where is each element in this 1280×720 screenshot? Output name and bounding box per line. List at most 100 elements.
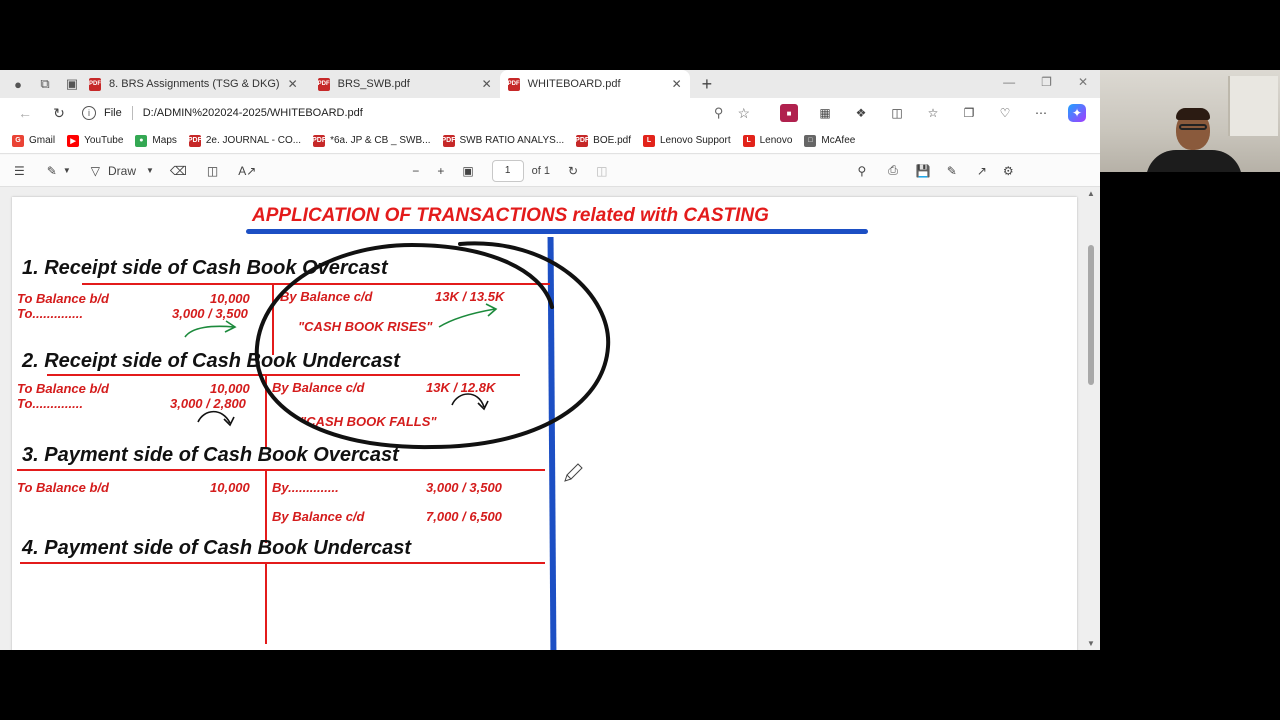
settings-gear-icon[interactable]: ⚙	[1003, 164, 1014, 178]
bookmark-item[interactable]: ● Maps	[135, 134, 177, 147]
pdf-icon: PDF	[507, 77, 520, 91]
section-3-heading: 3. Payment side of Cash Book Overcast	[22, 444, 399, 466]
copilot-icon[interactable]: ✦	[1068, 104, 1086, 122]
lenovo-icon: L	[642, 134, 655, 147]
scroll-up-icon[interactable]: ▲	[1087, 189, 1095, 198]
zoom-icon[interactable]: ⚲	[714, 105, 724, 121]
bookmark-item[interactable]: L Lenovo	[742, 134, 792, 147]
save-as-icon[interactable]: ✎	[947, 164, 957, 178]
entry-amount: 13K / 13.5K	[435, 289, 505, 304]
entry-amount: 3,000 / 3,500	[172, 306, 248, 321]
search-icon[interactable]: ⚲	[857, 164, 866, 178]
refresh-icon[interactable]: ↻	[50, 105, 68, 122]
info-icon[interactable]: i	[82, 106, 96, 120]
lenovo-icon: L	[742, 134, 755, 147]
bookmark-item[interactable]: ▶ YouTube	[67, 134, 124, 147]
extension-icon[interactable]: ■	[780, 104, 798, 122]
title-underline	[246, 229, 868, 234]
pdf-page[interactable]: APPLICATION OF TRANSACTIONS related with…	[12, 197, 1077, 650]
highlight-icon[interactable]: ✎	[47, 164, 57, 178]
read-aloud-icon[interactable]: A↗	[238, 164, 256, 178]
close-icon[interactable]: ✕	[672, 77, 682, 91]
browser-essentials-icon[interactable]: ♡	[996, 104, 1014, 122]
bookmark-item[interactable]: PDF 2e. JOURNAL - CO...	[188, 134, 301, 147]
blue-divider-line	[547, 236, 557, 650]
bookmark-item[interactable]: G Gmail	[12, 134, 55, 147]
bookmark-label: YouTube	[84, 135, 124, 146]
extensions-puzzle-icon[interactable]: ❖	[852, 104, 870, 122]
back-icon[interactable]: ←	[16, 105, 34, 121]
favorites-icon[interactable]: ☆	[924, 104, 942, 122]
document-viewer[interactable]: APPLICATION OF TRANSACTIONS related with…	[0, 187, 1100, 650]
tab-label: WHITEBOARD.pdf	[527, 78, 621, 90]
section-4-rule	[20, 562, 545, 564]
split-screen-icon[interactable]: ◫	[888, 104, 906, 122]
workspaces-icon[interactable]: ⧉	[36, 75, 54, 93]
section-2-divider	[265, 375, 267, 447]
window-controls: — ❐ ✕	[1003, 75, 1088, 89]
presenter-glasses	[1179, 124, 1207, 130]
bookmark-item[interactable]: L Lenovo Support	[642, 134, 731, 147]
minimize-icon[interactable]: —	[1003, 75, 1015, 89]
scrollbar-thumb[interactable]	[1088, 245, 1094, 385]
fullscreen-icon[interactable]: ↗	[977, 164, 987, 178]
favorite-star-icon[interactable]: ☆	[737, 105, 750, 122]
extension-icons: ■ ▦ ❖ ◫ ☆ ❐ ♡ ⋯ ✦	[780, 104, 1086, 122]
collections-icon[interactable]: ❐	[960, 104, 978, 122]
pdf-icon: PDF	[317, 77, 330, 91]
rotate-icon[interactable]: ↻	[568, 164, 578, 178]
bookmark-item[interactable]: PDF SWB RATIO ANALYS...	[442, 134, 565, 147]
pen-cursor-icon	[564, 463, 583, 482]
bookmark-item[interactable]: □ McAfee	[804, 134, 855, 147]
eraser-icon[interactable]: ⌫	[170, 164, 187, 178]
tab-brs-assignments[interactable]: PDF 8. BRS Assignments (TSG & DKG) ✕	[81, 70, 306, 98]
close-icon[interactable]: ✕	[288, 77, 298, 91]
tab-actions-icon[interactable]: ▣	[63, 75, 81, 93]
webcam-overlay	[1100, 70, 1280, 172]
tab-brs-swb[interactable]: PDF BRS_SWB.pdf ✕	[310, 70, 500, 98]
contents-icon[interactable]: ☰	[14, 164, 25, 178]
bookmark-item[interactable]: PDF *6a. JP & CB _ SWB...	[312, 134, 431, 147]
address-bar: ← ↻ i File D:/ADMIN%202024-2025/WHITEBOA…	[0, 98, 1100, 128]
restore-icon[interactable]: ❐	[1041, 75, 1052, 89]
section-1-divider	[272, 285, 274, 355]
fit-page-icon[interactable]: ▣	[462, 164, 473, 178]
bookmark-item[interactable]: PDF BOE.pdf	[575, 134, 631, 147]
bookmark-label: SWB RATIO ANALYS...	[459, 135, 565, 146]
separator	[131, 106, 133, 120]
save-icon[interactable]: 💾	[916, 164, 931, 178]
section-2-rule	[47, 374, 520, 376]
page-total: of 1	[531, 164, 551, 177]
entry-label: By Balance c/d	[280, 289, 373, 304]
section-3-divider	[265, 470, 267, 543]
profile-icon[interactable]: ●	[9, 75, 27, 93]
section-3-rule	[17, 469, 545, 471]
entry-label: To Balance b/d	[17, 480, 109, 495]
more-menu-icon[interactable]: ⋯	[1032, 104, 1050, 122]
page-view-icon[interactable]: ◫	[596, 164, 607, 178]
tab-bar: ● ⧉ ▣ PDF 8. BRS Assignments (TSG & DKG)…	[0, 70, 1100, 98]
chevron-down-icon[interactable]: ▼	[63, 166, 71, 175]
close-window-icon[interactable]: ✕	[1078, 75, 1088, 89]
page-number-input[interactable]: 1	[491, 159, 524, 182]
extension-icon[interactable]: ▦	[816, 104, 834, 122]
close-icon[interactable]: ✕	[482, 77, 492, 91]
pdf-icon: PDF	[89, 77, 101, 91]
new-tab-button[interactable]: +	[702, 74, 713, 95]
url-field[interactable]: i File D:/ADMIN%202024-2025/WHITEBOARD.p…	[82, 101, 772, 125]
text-box-icon[interactable]: ◫	[207, 164, 218, 178]
zoom-out-icon[interactable]: −	[412, 164, 419, 178]
print-icon[interactable]: ⎙	[888, 163, 898, 178]
pdf-icon: PDF	[312, 134, 326, 147]
vertical-scrollbar[interactable]: ▲ ▼	[1086, 187, 1096, 650]
chevron-down-icon[interactable]: ▼	[146, 166, 154, 175]
entry-amount: 10,000	[210, 291, 250, 306]
draw-icon[interactable]: ▽	[91, 164, 100, 178]
section-4-divider	[265, 564, 267, 644]
zoom-in-icon[interactable]: +	[437, 164, 444, 178]
tab-whiteboard[interactable]: PDF WHITEBOARD.pdf ✕	[499, 70, 690, 98]
entry-amount: 7,000 / 6,500	[426, 509, 502, 524]
scroll-down-icon[interactable]: ▼	[1087, 639, 1095, 648]
section-2-heading: 2. Receipt side of Cash Book Undercast	[22, 350, 400, 372]
draw-button[interactable]: Draw	[108, 164, 136, 178]
